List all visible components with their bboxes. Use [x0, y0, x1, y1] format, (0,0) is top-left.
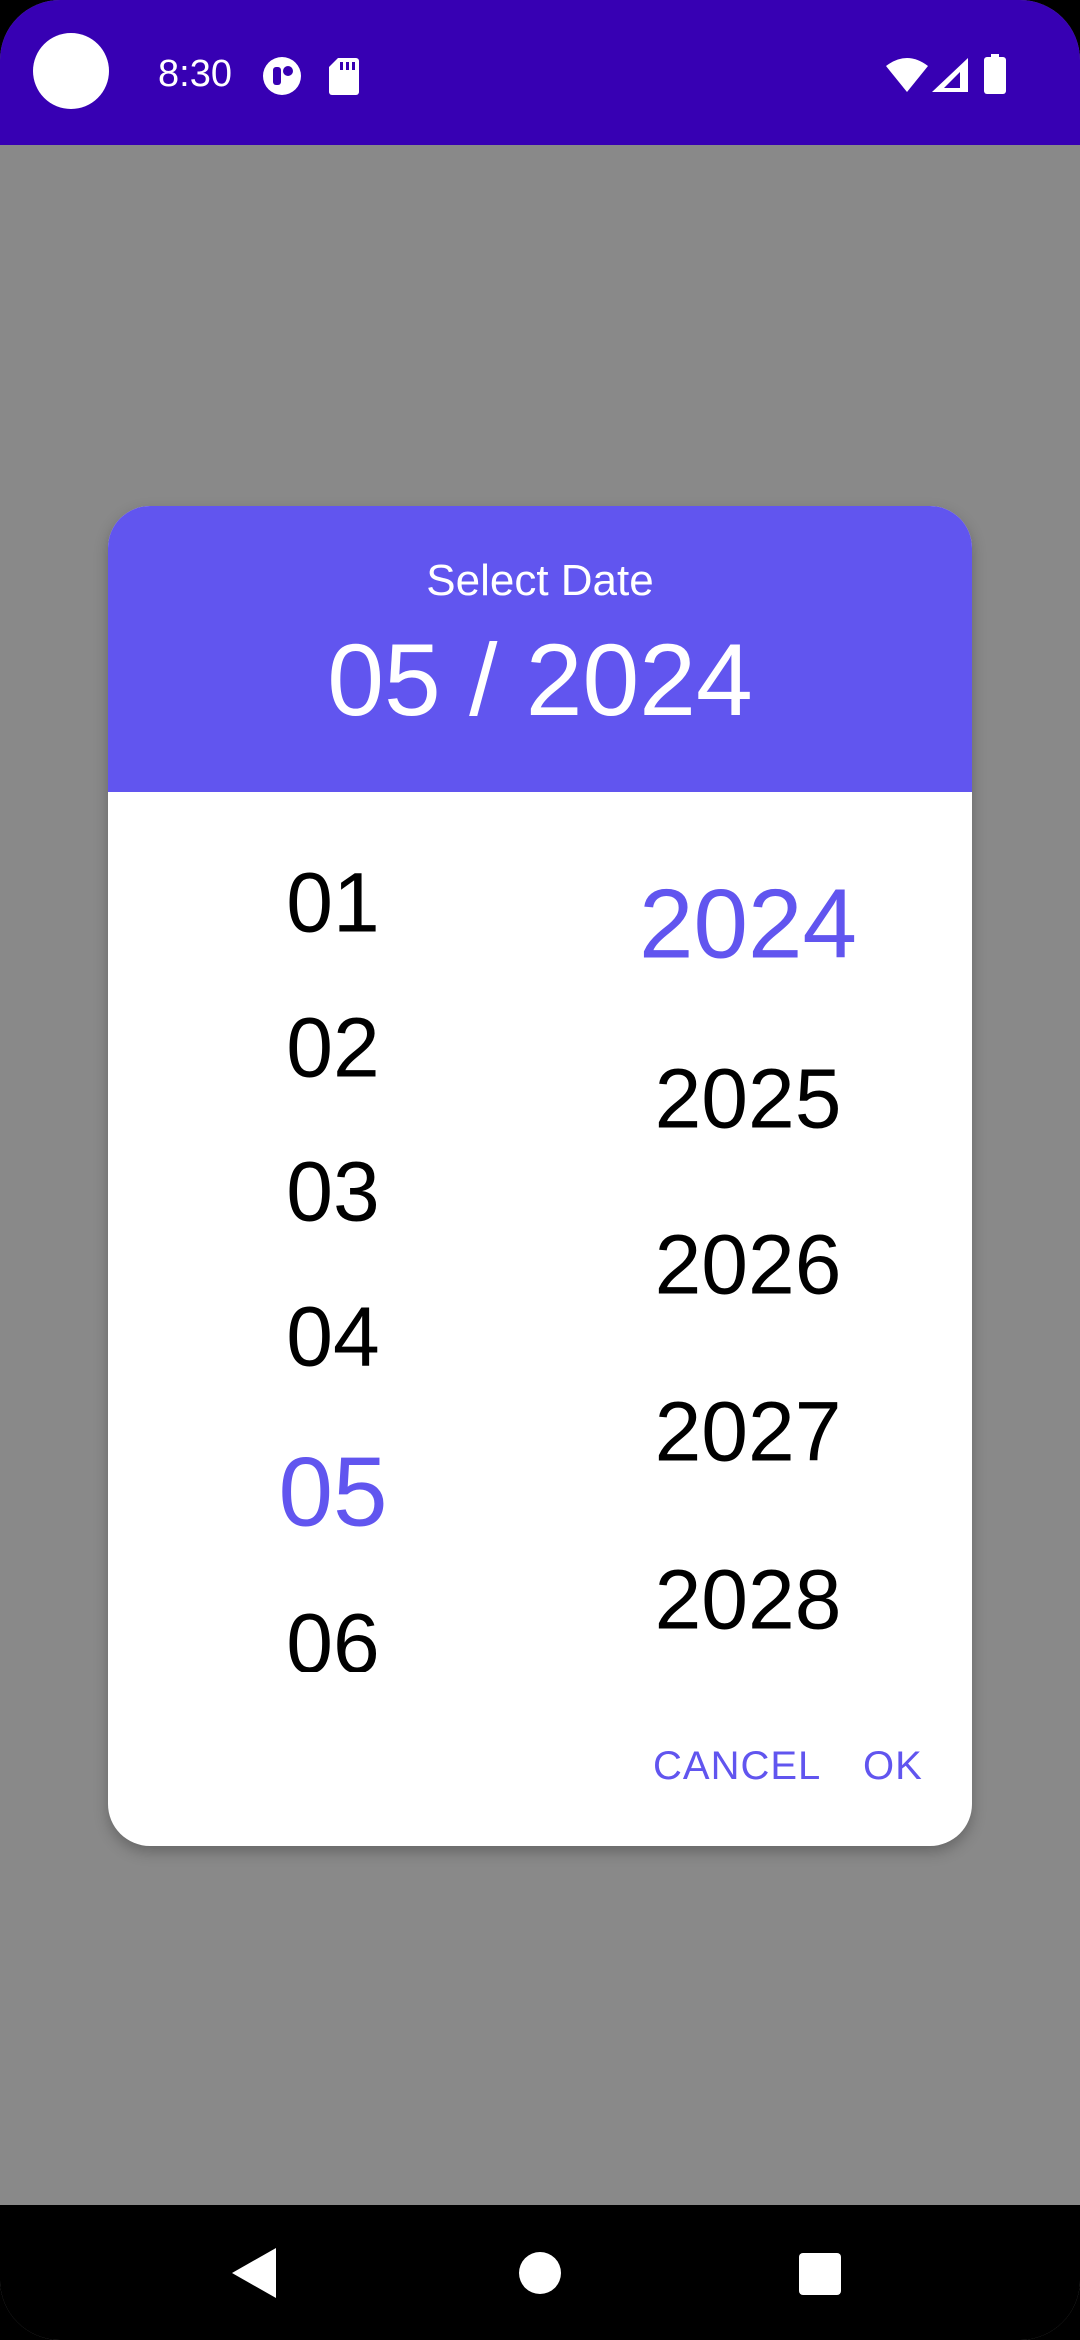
signal-icon: [932, 58, 968, 92]
year-option[interactable]: 2026: [578, 1217, 918, 1314]
month-option-selected[interactable]: 05: [168, 1436, 498, 1549]
year-option[interactable]: 2025: [578, 1051, 918, 1148]
selected-date-display: 05 / 2024: [327, 623, 753, 737]
month-option[interactable]: 01: [168, 855, 498, 952]
month-option[interactable]: 06: [168, 1596, 498, 1673]
home-icon[interactable]: [519, 2252, 561, 2294]
dialog-header: Select Date 05 / 2024: [108, 506, 972, 792]
month-picker[interactable]: 01 02 03 04 05 06: [168, 792, 498, 1673]
sd-card-icon: [329, 58, 359, 95]
cancel-button[interactable]: CANCEL: [653, 1726, 821, 1806]
recents-icon[interactable]: [799, 2253, 841, 2295]
camera-cutout: [33, 33, 109, 109]
notification-app-icon: [263, 57, 301, 95]
month-option[interactable]: 04: [168, 1289, 498, 1386]
navigation-bar: [0, 2205, 1080, 2340]
back-icon[interactable]: [232, 2248, 276, 2298]
screen: 8:30 Select Date 05 / 2024 01 02 03 04 0…: [0, 0, 1080, 2340]
date-picker-dialog: Select Date 05 / 2024 01 02 03 04 05 06 …: [108, 506, 972, 1846]
status-bar: 8:30: [0, 0, 1080, 145]
year-option-selected[interactable]: 2024: [578, 868, 918, 981]
dialog-title: Select Date: [426, 556, 654, 605]
ok-button[interactable]: OK: [863, 1726, 923, 1806]
wifi-icon: [886, 58, 928, 92]
year-option[interactable]: 2028: [578, 1552, 918, 1649]
month-option[interactable]: 03: [168, 1144, 498, 1241]
year-picker[interactable]: 2024 2025 2026 2027 2028: [578, 792, 918, 1672]
battery-icon: [984, 54, 1006, 94]
month-option[interactable]: 02: [168, 1000, 498, 1097]
dialog-actions: CANCEL OK: [108, 1726, 972, 1806]
year-option[interactable]: 2027: [578, 1384, 918, 1481]
status-time: 8:30: [158, 53, 232, 95]
